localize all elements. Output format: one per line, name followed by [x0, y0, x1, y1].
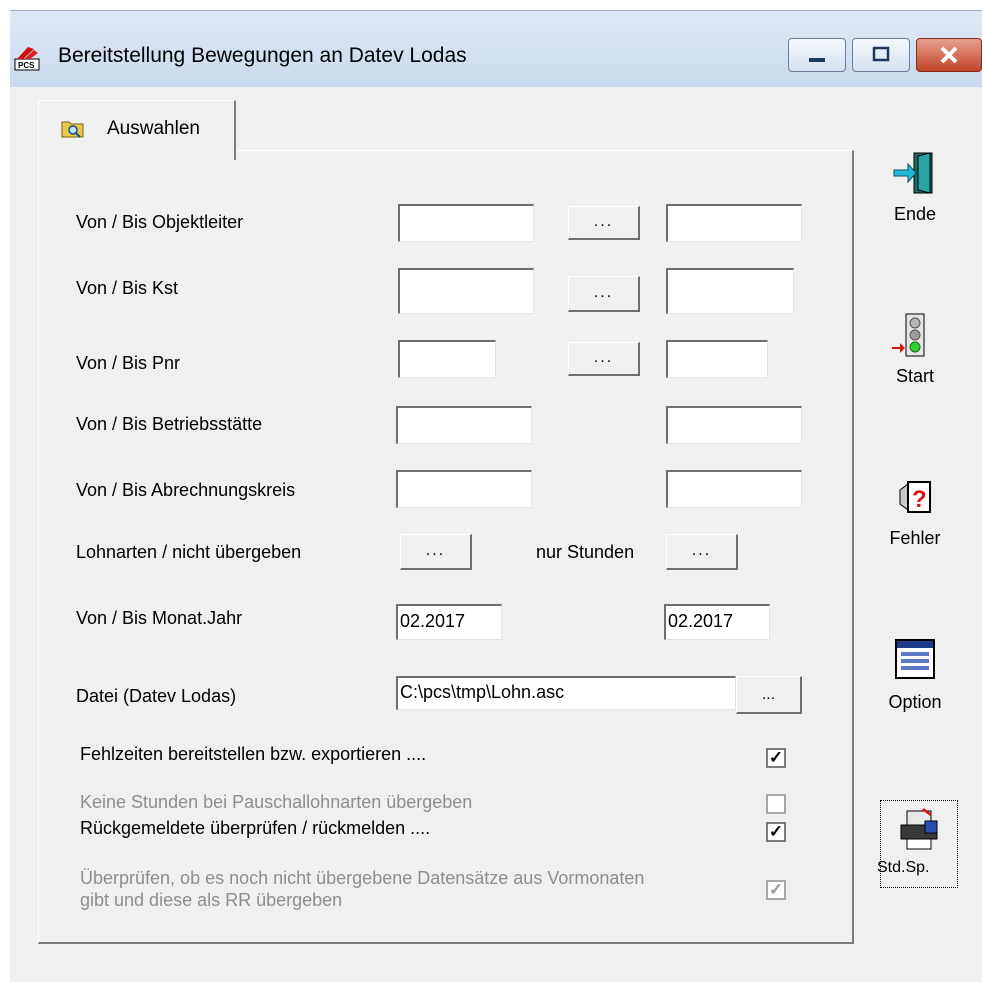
- datei-path-input[interactable]: C:\pcs\tmp\Lohn.asc: [396, 676, 736, 710]
- lohnarten-label: Lohnarten / nicht übergeben: [76, 542, 302, 562]
- objektleiter-to-input[interactable]: [666, 204, 802, 242]
- window-title: Bereitstellung Bewegungen an Datev Lodas: [58, 44, 467, 67]
- vormonate-checkbox-label-line1: Überprüfen, ob es noch nicht übergebene …: [80, 868, 645, 888]
- option-label: Option: [888, 692, 942, 712]
- vormonate-checkbox-label-line2: gibt und diese als RR übergeben: [80, 890, 343, 910]
- abrechnungskreis-to-input[interactable]: [666, 470, 802, 508]
- datei-browse-button[interactable]: ...: [736, 676, 802, 714]
- start-label: Start: [895, 366, 934, 386]
- fehler-button[interactable]: ? Fehler: [872, 474, 958, 564]
- kst-to-input[interactable]: [666, 268, 794, 314]
- kst-label: Von / Bis Kst: [76, 278, 179, 298]
- title-bar[interactable]: PCS Bereitstellung Bewegungen an Datev L…: [10, 10, 982, 87]
- std-sp-label: Std.Sp.: [877, 859, 930, 876]
- kst-select-button[interactable]: ...: [568, 276, 640, 312]
- maximize-icon: [872, 46, 890, 62]
- objektleiter-from-input[interactable]: [398, 204, 534, 242]
- nur-stunden-label: nur Stunden: [536, 542, 635, 562]
- minimize-icon: [809, 58, 825, 62]
- close-icon: [940, 46, 958, 64]
- betriebsstaette-from-input[interactable]: [396, 406, 532, 444]
- option-button[interactable]: Option: [872, 636, 958, 726]
- fehlzeiten-checkbox[interactable]: ✓: [766, 748, 786, 768]
- svg-text:PCS: PCS: [18, 61, 35, 70]
- fehler-label: Fehler: [889, 528, 941, 548]
- lohnarten-select-button[interactable]: ...: [400, 534, 472, 570]
- maximize-button[interactable]: [852, 38, 910, 72]
- pauschallohnarten-checkbox[interactable]: [766, 794, 786, 814]
- exit-door-icon: [893, 152, 933, 194]
- fehlzeiten-checkbox-label: Fehlzeiten bereitstellen bzw. exportiere…: [80, 744, 427, 764]
- abrechnungskreis-from-input[interactable]: [396, 470, 532, 508]
- pnr-to-input[interactable]: [666, 340, 768, 378]
- betriebsstaette-label: Von / Bis Betriebsstätte: [76, 414, 263, 434]
- options-window-icon: [895, 639, 935, 679]
- monat-jahr-label: Von / Bis Monat.Jahr: [76, 608, 243, 628]
- vormonate-checkbox[interactable]: ✓: [766, 880, 786, 900]
- error-question-icon: ?: [899, 481, 931, 513]
- save-printer-icon: [900, 808, 938, 850]
- pauschallohnarten-checkbox-label: Keine Stunden bei Pauschallohnarten über…: [80, 792, 473, 812]
- close-button[interactable]: [916, 38, 982, 72]
- rueckgemeldete-checkbox[interactable]: ✓: [766, 822, 786, 842]
- monat-jahr-from-input[interactable]: 02.2017: [396, 604, 502, 640]
- tab-label: Auswahlen: [107, 118, 200, 139]
- objektleiter-select-button[interactable]: ...: [568, 206, 640, 240]
- nur-stunden-select-button[interactable]: ...: [666, 534, 738, 570]
- main-window: PCS Bereitstellung Bewegungen an Datev L…: [10, 10, 982, 982]
- abrechnungskreis-label: Von / Bis Abrechnungskreis: [76, 480, 296, 500]
- objektleiter-label: Von / Bis Objektleiter: [76, 212, 244, 232]
- pnr-from-input[interactable]: [398, 340, 496, 378]
- folder-search-icon: [61, 121, 84, 138]
- betriebsstaette-to-input[interactable]: [666, 406, 802, 444]
- tab-auswahlen[interactable]: Auswahlen: [38, 100, 236, 160]
- rueckgemeldete-checkbox-label: Rückgemeldete überprüfen / rückmelden ..…: [80, 818, 431, 838]
- traffic-light-icon: [892, 313, 925, 357]
- start-button[interactable]: Start: [872, 312, 958, 402]
- pnr-label: Von / Bis Pnr: [76, 353, 181, 373]
- ende-label: Ende: [893, 204, 937, 224]
- pcs-app-icon: PCS: [14, 47, 40, 71]
- datei-label: Datei (Datev Lodas): [76, 686, 237, 706]
- svg-text:?: ?: [912, 486, 927, 513]
- kst-from-input[interactable]: [398, 268, 534, 314]
- pnr-select-button[interactable]: ...: [568, 342, 640, 376]
- monat-jahr-to-input[interactable]: 02.2017: [664, 604, 770, 640]
- minimize-button[interactable]: [788, 38, 846, 72]
- std-sp-button[interactable]: Std.Sp.: [877, 800, 958, 888]
- ende-button[interactable]: Ende: [872, 150, 958, 240]
